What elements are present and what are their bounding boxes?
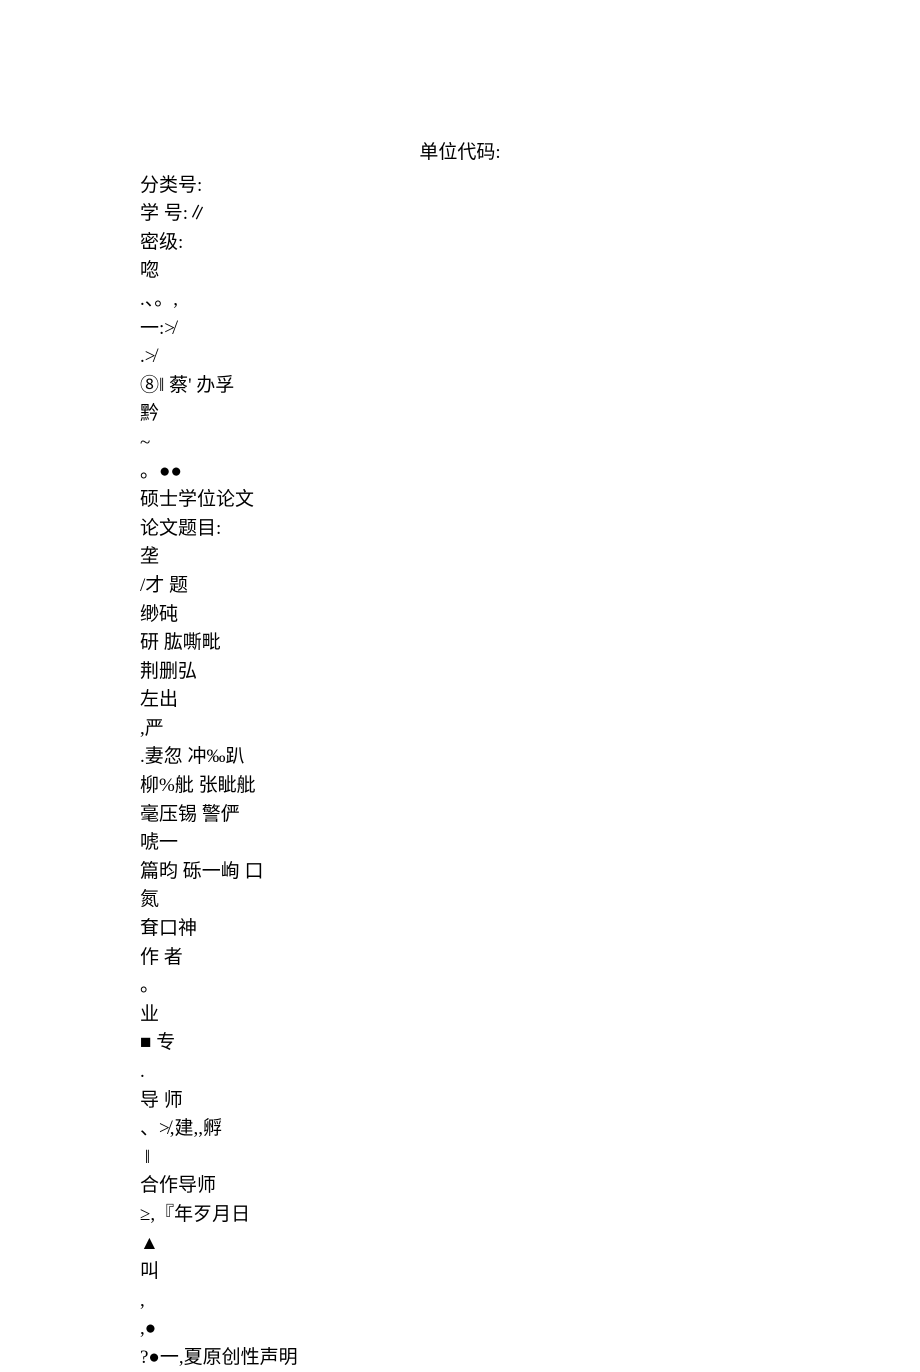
text-line: 耷口神 — [140, 916, 780, 943]
text-line: 业 — [140, 1002, 780, 1029]
text-line: 缈砘 — [140, 602, 780, 629]
text-line: 唿 — [140, 258, 780, 285]
text-line: 氮 — [140, 887, 780, 914]
text-line: 研 肱嘶毗 — [140, 630, 780, 657]
text-line: 唬一 — [140, 830, 780, 857]
text-line: /才 题 — [140, 573, 780, 600]
text-line: 荆删弘 — [140, 659, 780, 686]
text-line: 分类号: — [140, 173, 780, 200]
text-line: ▲ — [140, 1231, 780, 1258]
text-line: . — [140, 1059, 780, 1086]
text-line: 密级: — [140, 230, 780, 257]
text-line: 毫压锡 警俨 — [140, 802, 780, 829]
text-line: ≥,『年歹月日 — [140, 1202, 780, 1229]
text-line: .≯ — [140, 344, 780, 371]
text-line: 论文题目: — [140, 516, 780, 543]
text-line: ?●一,夏原创性声明 — [140, 1345, 780, 1372]
text-line: 、≯,建,,孵 — [140, 1116, 780, 1143]
text-line: ⑧‖ 蔡' 办孚 — [140, 373, 780, 400]
text-line: 。●● — [140, 459, 780, 486]
text-line: .妻忽 冲‰趴 — [140, 744, 780, 771]
text-line: ,严 — [140, 716, 780, 743]
text-line: 作 者 — [140, 945, 780, 972]
text-line: , — [140, 1288, 780, 1315]
text-line: 导 师 — [140, 1088, 780, 1115]
text-line: ,● — [140, 1316, 780, 1343]
document-body: 分类号:学 号:∥密级:唿.、。,一:≯.≯⑧‖ 蔡' 办孚黔~。●●硕士学位论… — [140, 173, 780, 1372]
unit-code-label: 单位代码: — [140, 140, 780, 167]
text-line: 柳%舭 张眦舭 — [140, 773, 780, 800]
text-line: ■ 专 — [140, 1030, 780, 1057]
text-line: .、。, — [140, 287, 780, 314]
text-line: 黔 — [140, 401, 780, 428]
text-line: 左出 — [140, 687, 780, 714]
text-line: 一:≯ — [140, 316, 780, 343]
text-line: 合作导师 — [140, 1173, 780, 1200]
text-line: 学 号:∥ — [140, 201, 780, 228]
text-line: 硕士学位论文 — [140, 487, 780, 514]
text-line: 垄 — [140, 544, 780, 571]
text-line: 篇昀 砾一峋 口 — [140, 859, 780, 886]
text-line: ~ — [140, 430, 780, 457]
text-line: 叫 — [140, 1259, 780, 1286]
text-line: ‖ — [140, 1145, 780, 1172]
text-line: 。 — [140, 973, 780, 1000]
